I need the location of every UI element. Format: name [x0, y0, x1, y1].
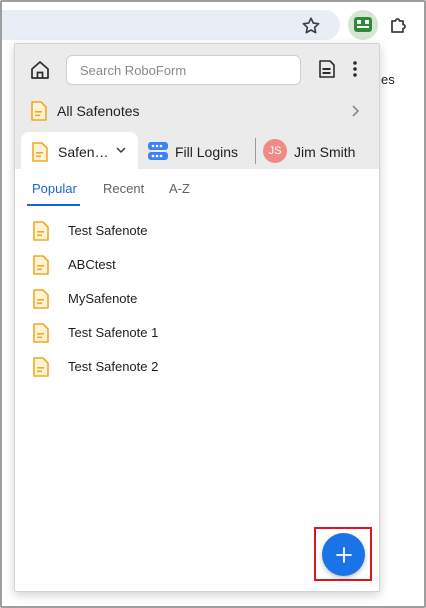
safenote-icon	[32, 142, 48, 162]
list-item-label: Test Safenote 2	[68, 359, 159, 374]
popup-header: All Safenotes Safen… Fill Log	[15, 44, 379, 170]
active-tab-indicator	[27, 204, 80, 206]
list-item-label: MySafenote	[68, 291, 138, 306]
safenote-icon	[33, 255, 49, 275]
user-account-button[interactable]: JS Jim Smith	[263, 138, 373, 164]
chevron-right-icon	[352, 105, 360, 117]
address-bar[interactable]	[2, 10, 340, 40]
plus-icon	[335, 546, 352, 563]
tab-a-z[interactable]: A-Z	[169, 181, 190, 196]
list-item-label: Test Safenote	[68, 223, 148, 238]
sd-card-icon	[319, 60, 335, 78]
roboform-popup: All Safenotes Safen… Fill Log	[14, 43, 380, 592]
list-item-label: ABCtest	[68, 257, 116, 272]
tab-recent[interactable]: Recent	[103, 181, 144, 196]
list-item[interactable]: Test Safenote 1	[15, 316, 379, 350]
all-safenotes-label: All Safenotes	[57, 103, 140, 119]
list-item[interactable]: MySafenote	[15, 282, 379, 316]
avatar: JS	[263, 139, 287, 163]
list-item[interactable]: Test Safenote	[15, 214, 379, 248]
chevron-down-icon	[116, 147, 126, 154]
home-icon	[31, 61, 49, 79]
home-button[interactable]	[27, 57, 53, 83]
all-safenotes-row[interactable]: All Safenotes	[15, 96, 379, 126]
bookmark-star-icon[interactable]	[300, 15, 322, 37]
tab-safenotes-label: Safen…	[58, 144, 109, 160]
roboform-extension-button[interactable]	[348, 10, 378, 40]
list-item-label: Test Safenote 1	[68, 325, 159, 340]
safenote-icon	[31, 101, 47, 121]
browser-toolbar	[2, 2, 424, 46]
search-input[interactable]	[66, 55, 301, 85]
page-background-text: es	[381, 72, 395, 87]
user-name: Jim Smith	[294, 144, 356, 160]
list-item[interactable]: Test Safenote 2	[15, 350, 379, 384]
header-divider	[255, 138, 256, 164]
fill-logins-label: Fill Logins	[175, 144, 239, 160]
add-safenote-button[interactable]	[322, 533, 365, 576]
sd-card-button[interactable]	[317, 57, 337, 83]
safenote-icon	[33, 289, 49, 309]
fill-logins-icon	[148, 142, 168, 160]
more-options-button[interactable]	[345, 57, 365, 83]
tab-popular[interactable]: Popular	[32, 181, 77, 196]
tab-safenotes[interactable]: Safen…	[21, 132, 138, 170]
list-item[interactable]: ABCtest	[15, 248, 379, 282]
safenote-icon	[33, 357, 49, 377]
extensions-puzzle-icon[interactable]	[387, 13, 411, 37]
fill-logins-button[interactable]: Fill Logins	[145, 139, 255, 163]
sort-tabs: Popular Recent A-Z	[15, 177, 379, 207]
safenote-icon	[33, 323, 49, 343]
safenote-icon	[33, 221, 49, 241]
roboform-icon	[354, 17, 372, 32]
more-vertical-icon	[353, 61, 357, 77]
